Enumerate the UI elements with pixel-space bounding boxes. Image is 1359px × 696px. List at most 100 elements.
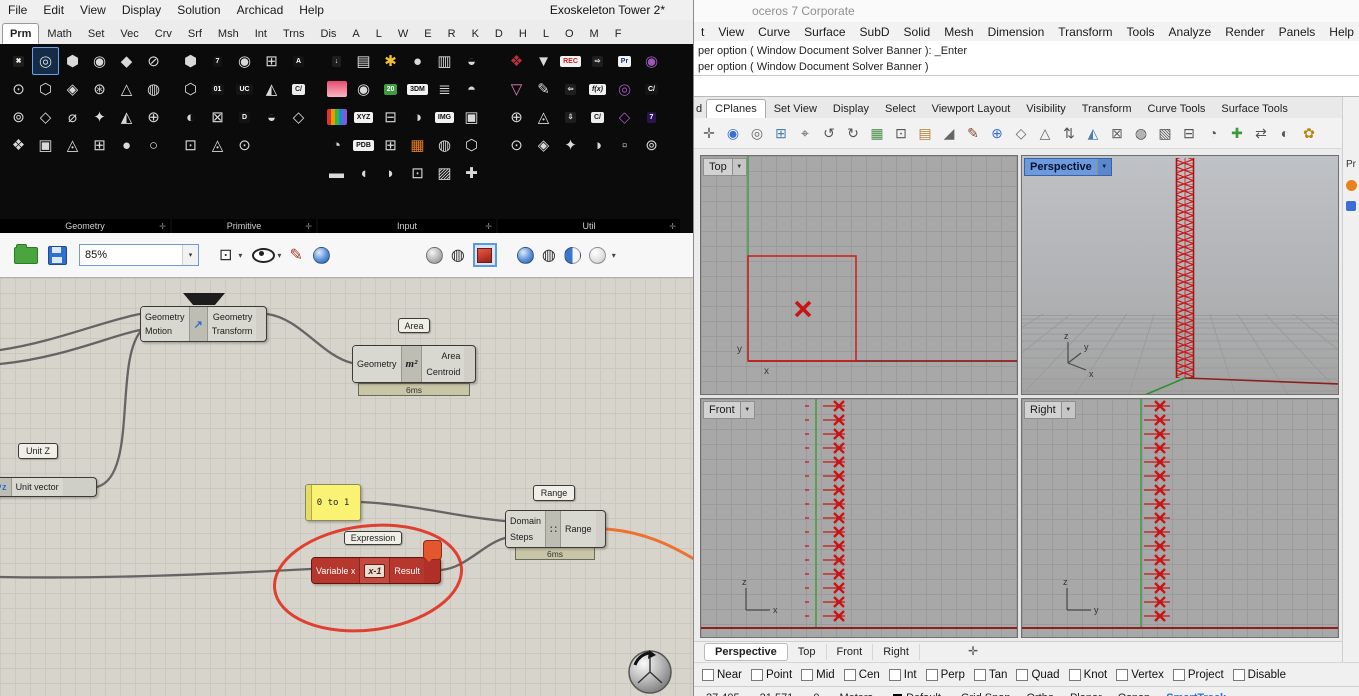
toolbar-button[interactable]: ⇅	[1057, 120, 1081, 146]
toolbar-button[interactable]: ▦	[865, 120, 889, 146]
expression-text[interactable]: x-1	[364, 563, 386, 578]
expand-icon[interactable]: ✛	[669, 222, 676, 231]
expression-component[interactable]: Variable x x-1 Result	[311, 557, 441, 584]
component-icon[interactable]: ◒	[458, 47, 485, 75]
component-icon[interactable]: 7	[204, 47, 231, 75]
component-icon[interactable]: ⊠	[204, 103, 231, 131]
osnap-item[interactable]: Perp	[925, 668, 965, 681]
component-icon[interactable]: ◬	[59, 131, 86, 159]
component-icon[interactable]: ⊚	[5, 103, 32, 131]
chevron-down-icon[interactable]: ▼	[1060, 402, 1075, 418]
component-icon[interactable]: ◭	[258, 75, 285, 103]
selected-display-mode[interactable]	[472, 243, 497, 267]
menu-item[interactable]: SubD	[853, 25, 897, 39]
component-icon[interactable]: ●	[404, 47, 431, 75]
component-icon[interactable]: ◇	[285, 103, 312, 131]
document-preview-icon[interactable]	[312, 246, 330, 264]
preview-eye-icon[interactable]	[252, 247, 276, 263]
viewport-title[interactable]: Right ▼	[1024, 401, 1076, 419]
status-toggle[interactable]: SmartTrack	[1166, 692, 1226, 696]
warning-balloon-icon[interactable]	[423, 540, 442, 562]
category-tab[interactable]: Set	[80, 23, 113, 44]
checkbox[interactable]	[973, 668, 986, 681]
toolbar-tab[interactable]: Transform	[1074, 100, 1140, 118]
component-icon[interactable]: ⇨	[584, 47, 611, 75]
component-icon[interactable]: ⬡	[177, 75, 204, 103]
category-tab[interactable]: L	[535, 23, 557, 44]
group-label[interactable]: Geometry ✛	[0, 219, 170, 233]
range-component[interactable]: Domain Steps ∷ Range	[505, 510, 606, 548]
component-icon[interactable]: ◉	[350, 75, 377, 103]
menu-item[interactable]: Render	[1218, 25, 1271, 39]
checkbox[interactable]	[1116, 668, 1129, 681]
component-icon[interactable]: ◉	[86, 47, 113, 75]
toolbar-button[interactable]: ◉	[721, 120, 745, 146]
group-label[interactable]: Util ✛	[498, 219, 680, 233]
toolbar-tab[interactable]: Viewport Layout	[924, 100, 1019, 118]
output-area[interactable]: Area	[426, 351, 460, 361]
menu-item-partial[interactable]: t	[694, 25, 711, 39]
checkbox[interactable]	[888, 668, 901, 681]
toolbar-button[interactable]: ✚	[1225, 120, 1249, 146]
category-tab[interactable]: Int	[247, 23, 275, 44]
toolbar-button[interactable]: ⌖	[793, 120, 817, 146]
menu-item[interactable]: Help	[291, 3, 332, 17]
category-tab[interactable]: A	[344, 23, 367, 44]
component-icon[interactable]: PDB	[350, 131, 377, 159]
toolbar-button[interactable]: ◭	[1081, 120, 1105, 146]
canvas-compass-widget[interactable]	[627, 649, 673, 695]
component-icon[interactable]: ▫	[611, 131, 638, 159]
checkbox[interactable]	[1016, 668, 1029, 681]
component-icon[interactable]: ◎	[32, 47, 59, 75]
chevron-down-icon[interactable]: ▾	[277, 251, 281, 260]
component-icon[interactable]: ⊡	[177, 131, 204, 159]
status-toggle[interactable]: Ortho	[1026, 692, 1054, 696]
chevron-down-icon[interactable]: ▼	[1096, 159, 1111, 175]
toolbar-tab[interactable]: CPlanes	[706, 99, 766, 118]
component-icon[interactable]: ⊘	[140, 47, 167, 75]
category-tab[interactable]: Prm	[2, 23, 40, 44]
category-tab[interactable]: Srf	[180, 23, 210, 44]
component-icon[interactable]: ⊟	[377, 103, 404, 131]
chevron-down-icon[interactable]: ▾	[182, 245, 198, 265]
menu-item[interactable]: Help	[1322, 25, 1359, 39]
component-icon[interactable]: C/	[285, 75, 312, 103]
category-tab[interactable]: M	[582, 23, 607, 44]
component-icon[interactable]: ⌀	[59, 103, 86, 131]
toolbar-tab[interactable]: Select	[877, 100, 924, 118]
component-icon[interactable]: 20	[377, 75, 404, 103]
toolbar-button[interactable]: ◢	[937, 120, 961, 146]
toolbar-button[interactable]: ◐	[1273, 120, 1297, 146]
component-icon[interactable]: ⊕	[503, 103, 530, 131]
zoom-dropdown[interactable]: 85% ▾	[79, 244, 199, 266]
checkbox[interactable]	[1172, 668, 1185, 681]
component-icon[interactable]: ◬	[530, 103, 557, 131]
chevron-down-icon[interactable]: ▼	[739, 402, 754, 418]
component-icon[interactable]: ▼	[530, 47, 557, 75]
group-label[interactable]: Input ✛	[318, 219, 496, 233]
component-icon[interactable]: ◔	[323, 131, 350, 159]
expand-icon[interactable]: ✛	[159, 222, 166, 231]
category-tab[interactable]: Vec	[112, 23, 146, 44]
component-icon[interactable]: ▣	[458, 103, 485, 131]
orange-panel-icon[interactable]	[1345, 180, 1357, 191]
component-icon[interactable]: ✦	[86, 103, 113, 131]
osnap-item[interactable]: Tan	[973, 668, 1007, 681]
component-icon[interactable]: ❖	[503, 47, 530, 75]
category-tab[interactable]: O	[557, 23, 582, 44]
category-tab[interactable]: L	[368, 23, 390, 44]
component-icon[interactable]: ≣	[431, 75, 458, 103]
viewport-tab[interactable]: Right	[873, 644, 920, 660]
menu-item[interactable]: Mesh	[937, 25, 980, 39]
component-icon[interactable]: ⬡	[32, 75, 59, 103]
component-icon[interactable]: ◉	[638, 47, 665, 75]
component-icon[interactable]: ❖	[5, 131, 32, 159]
viewport-tab[interactable]: Perspective	[704, 643, 788, 661]
menu-item[interactable]: Transform	[1051, 25, 1119, 39]
category-tab[interactable]: R	[440, 23, 464, 44]
osnap-item[interactable]: Quad	[1016, 668, 1060, 681]
component-icon[interactable]: ⊡	[404, 159, 431, 187]
viewport-right[interactable]: z y Right ▼	[1021, 398, 1339, 638]
unit-vector-component[interactable]: tor ↗z Unit vector	[0, 477, 97, 497]
component-icon[interactable]: ▥	[431, 47, 458, 75]
